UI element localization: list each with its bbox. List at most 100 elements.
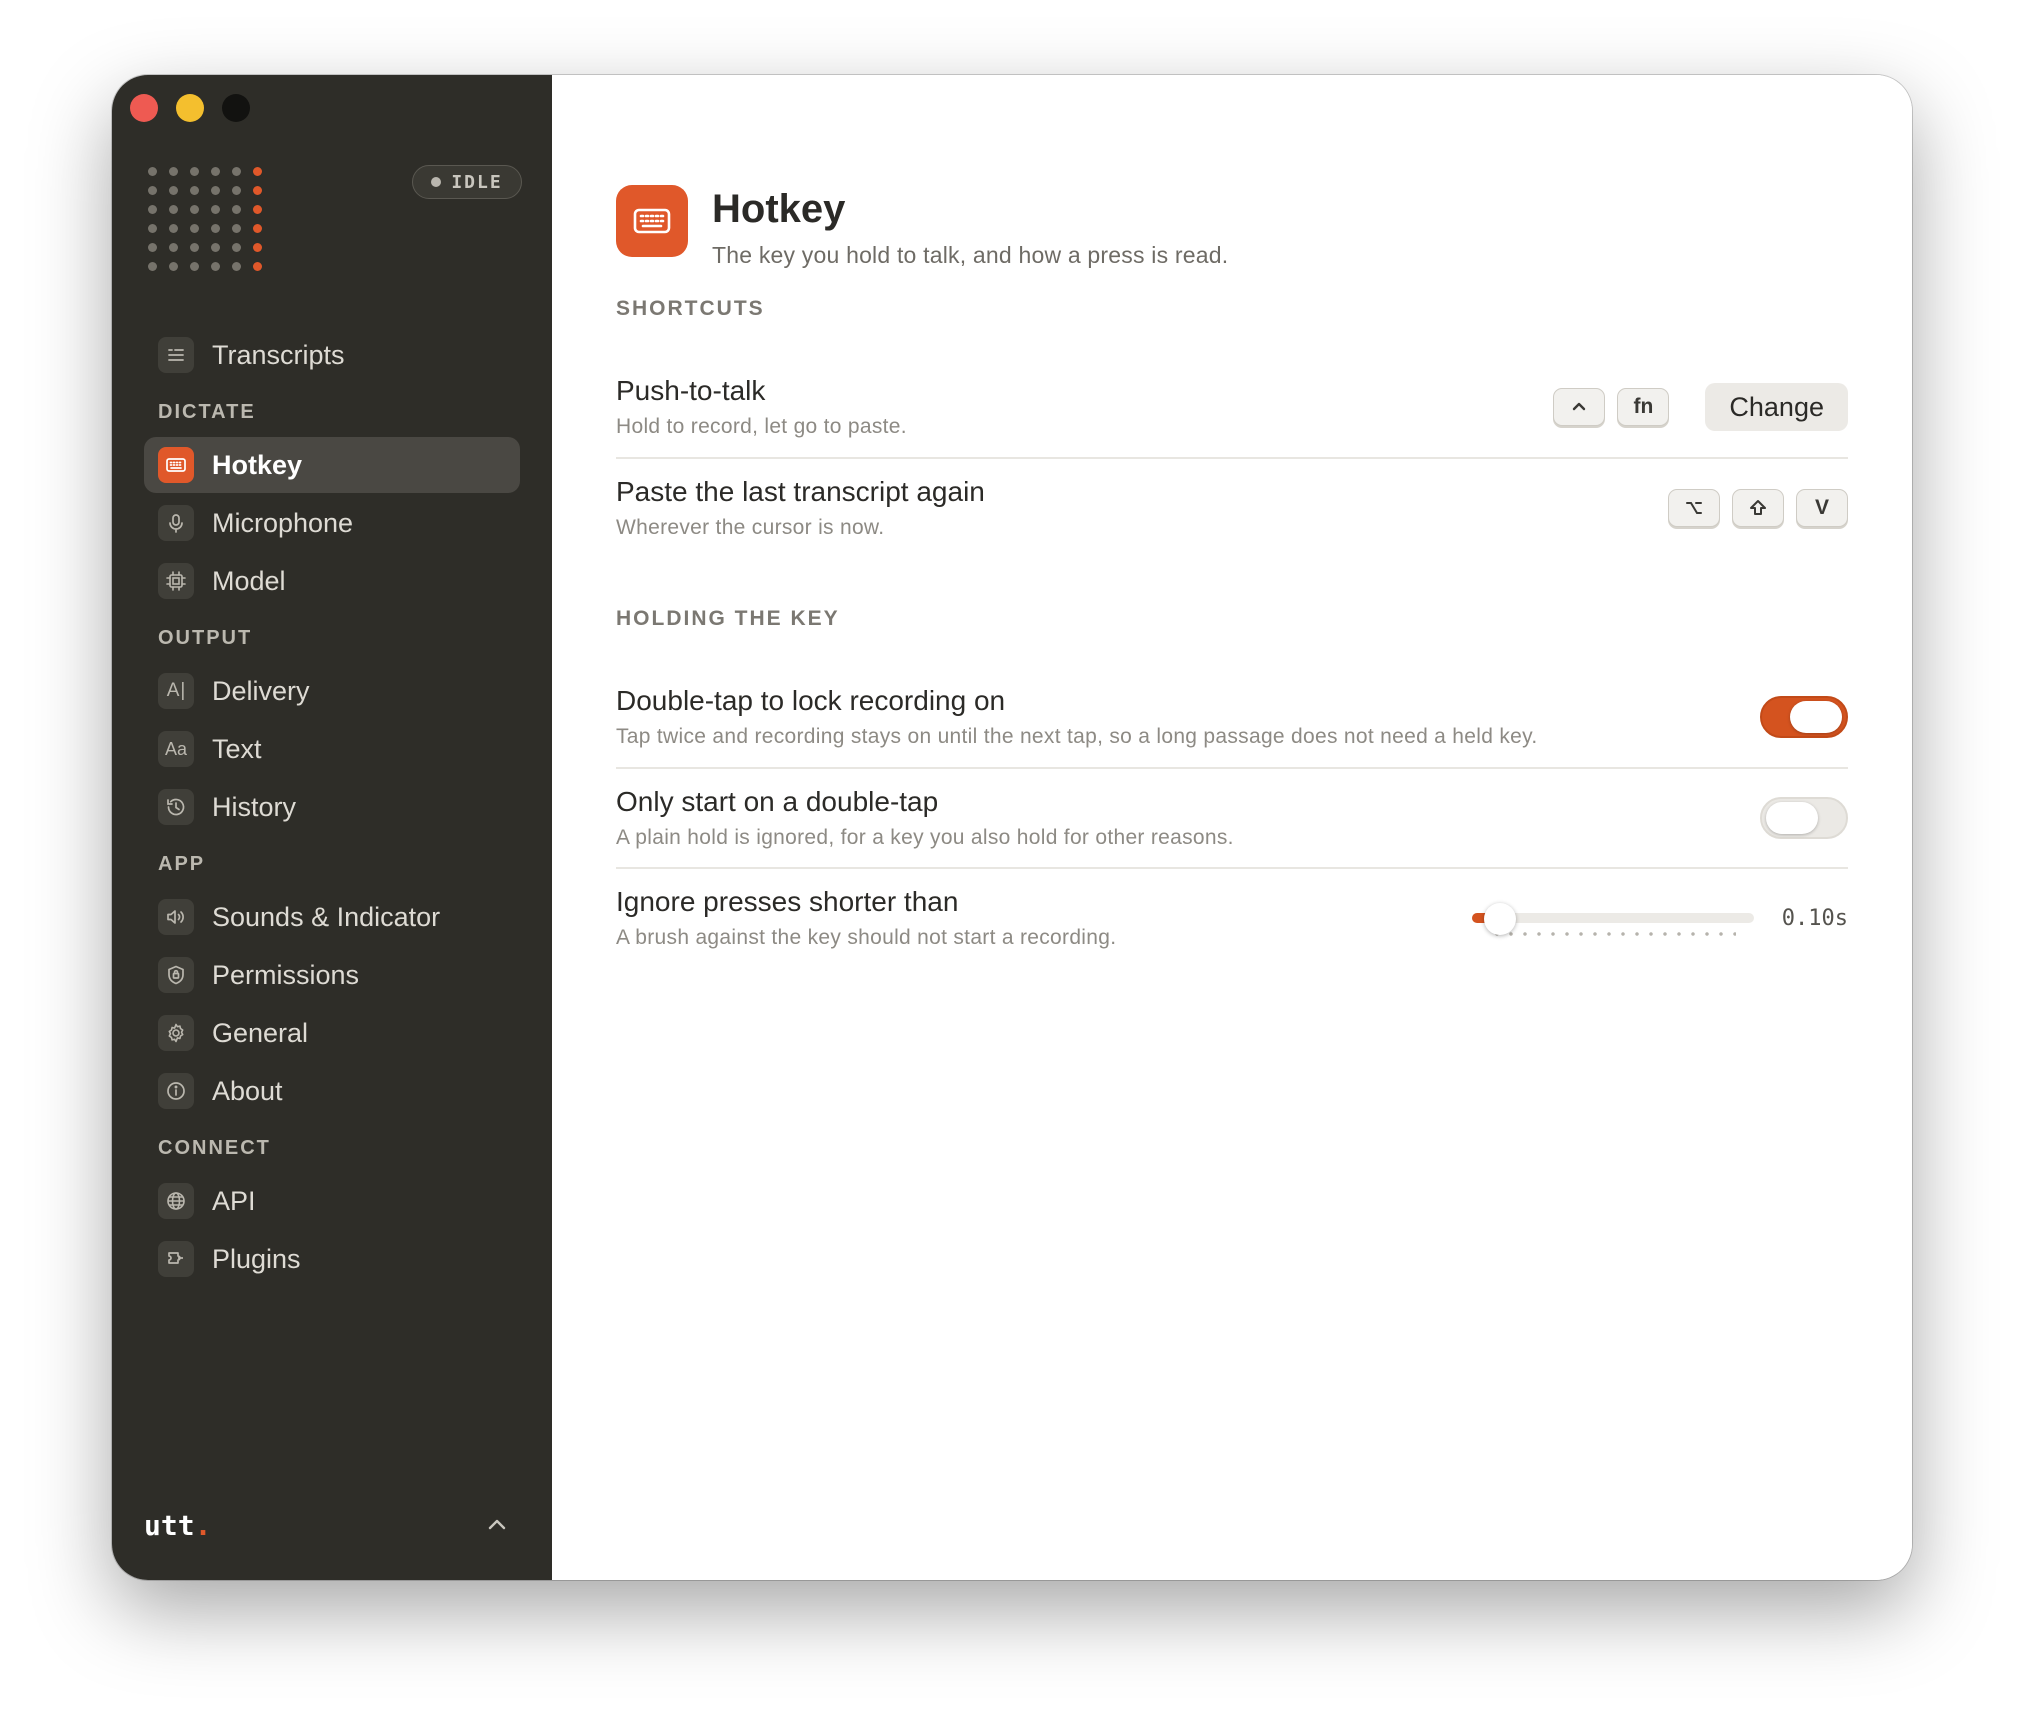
push-to-talk-row: Push-to-talk Hold to record, let go to p…	[616, 357, 1848, 457]
logo-dot	[232, 243, 241, 252]
logo-dot	[190, 186, 199, 195]
gear-icon	[158, 1015, 194, 1051]
zoom-window-button[interactable]	[222, 94, 250, 122]
min-press-slider-group: 0.10s	[1471, 898, 1848, 938]
status-dot-icon	[431, 177, 442, 187]
brand-dot: .	[194, 1509, 212, 1542]
change-hotkey-button[interactable]: Change	[1705, 383, 1848, 431]
logo-dot	[190, 167, 199, 176]
logo-dot	[148, 186, 157, 195]
page-header: Hotkey The key you hold to talk, and how…	[616, 185, 1228, 269]
transcripts-icon	[158, 337, 194, 373]
font-icon: Aa	[158, 731, 194, 767]
status-label: IDLE	[451, 171, 503, 193]
info-icon	[158, 1073, 194, 1109]
speaker-icon	[158, 899, 194, 935]
row-title: Paste the last transcript again	[616, 476, 985, 507]
sidebar-item-general[interactable]: General	[144, 1005, 520, 1061]
logo-dot	[148, 262, 157, 271]
sidebar-item-text[interactable]: Aa Text	[144, 721, 520, 777]
sidebar-item-label: Text	[212, 733, 262, 764]
sidebar-item-label: History	[212, 791, 297, 822]
sidebar-item-label: Hotkey	[212, 449, 303, 480]
logo-dot	[169, 262, 178, 271]
sidebar-item-history[interactable]: History	[144, 779, 520, 835]
slider-ticks	[1489, 932, 1736, 936]
key-shift	[1732, 489, 1784, 527]
brand-wordmark: utt.	[144, 1509, 211, 1542]
sidebar-item-label: Sounds & Indicator	[212, 901, 441, 932]
page-subtitle: The key you hold to talk, and how a pres…	[712, 242, 1229, 268]
shift-key-icon	[1750, 500, 1766, 515]
font-glyph: Aa	[164, 738, 188, 759]
logo-dot	[148, 205, 157, 214]
nav-section-connect: CONNECT	[158, 1136, 271, 1159]
logo-dot	[148, 224, 157, 233]
double-tap-lock-toggle[interactable]	[1760, 696, 1848, 738]
ignore-short-presses-row: Ignore presses shorter than A brush agai…	[616, 867, 1848, 967]
page-title: Hotkey	[712, 187, 846, 231]
logo-dot	[232, 205, 241, 214]
key-v: V	[1796, 489, 1848, 527]
sidebar-item-label: About	[212, 1075, 283, 1106]
double-tap-lock-row: Double-tap to lock recording on Tap twic…	[616, 667, 1848, 767]
sidebar-item-label: Delivery	[212, 675, 310, 706]
sidebar-item-api[interactable]: API	[144, 1173, 520, 1229]
sidebar-item-microphone[interactable]: Microphone	[144, 495, 520, 551]
logo-dot	[232, 224, 241, 233]
key-fn: fn	[1617, 388, 1670, 426]
only-double-tap-row: Only start on a double-tap A plain hold …	[616, 767, 1848, 867]
row-description: A plain hold is ignored, for a key you a…	[616, 826, 1234, 849]
logo-dot	[148, 243, 157, 252]
sidebar: IDLE Transcripts DICTATE Hotkey Micropho…	[112, 75, 552, 1580]
sidebar-item-permissions[interactable]: Permissions	[144, 947, 520, 1003]
sidebar-item-hotkey[interactable]: Hotkey	[144, 437, 520, 493]
sidebar-item-transcripts[interactable]: Transcripts	[144, 327, 520, 383]
sidebar-item-label: Microphone	[212, 507, 354, 538]
row-title: Push-to-talk	[616, 375, 766, 406]
paste-again-keys[interactable]: V	[1668, 489, 1848, 527]
logo-dot	[190, 205, 199, 214]
collapse-button[interactable]	[482, 1510, 512, 1540]
chevron-up-icon	[488, 1519, 506, 1530]
logo-dot	[253, 243, 262, 252]
logo-dot	[169, 205, 178, 214]
window-controls	[130, 94, 250, 122]
option-key-icon	[1686, 502, 1702, 514]
logo-dot	[232, 262, 241, 271]
text-cursor-icon: A |	[158, 673, 194, 709]
slider-thumb[interactable]	[1483, 903, 1516, 935]
close-window-button[interactable]	[130, 94, 158, 122]
row-description: Tap twice and recording stays on until t…	[616, 725, 1538, 748]
globe-icon	[158, 1183, 194, 1219]
only-double-tap-toggle[interactable]	[1760, 797, 1848, 839]
sidebar-item-delivery[interactable]: A | Delivery	[144, 663, 520, 719]
logo-dot	[211, 243, 220, 252]
logo-dot	[253, 262, 262, 271]
nav-section-output: OUTPUT	[158, 626, 253, 649]
key-option	[1668, 489, 1720, 527]
logo-dot	[211, 262, 220, 271]
keyboard-icon	[616, 185, 688, 257]
status-badge: IDLE	[412, 165, 522, 199]
sidebar-item-plugins[interactable]: Plugins	[144, 1231, 520, 1287]
toggle-knob	[1790, 701, 1842, 733]
logo-dot	[211, 186, 220, 195]
logo-dot	[169, 186, 178, 195]
slider-value: 0.10s	[1781, 905, 1848, 931]
row-description: Hold to record, let go to paste.	[616, 415, 907, 438]
logo-dot	[190, 243, 199, 252]
logo-dot	[253, 205, 262, 214]
row-description: A brush against the key should not start…	[616, 926, 1117, 949]
row-title: Double-tap to lock recording on	[616, 685, 1006, 716]
minimize-window-button[interactable]	[176, 94, 204, 122]
history-icon	[158, 789, 194, 825]
sidebar-item-about[interactable]: About	[144, 1063, 520, 1119]
sidebar-item-sounds-indicator[interactable]: Sounds & Indicator	[144, 889, 520, 945]
sidebar-item-model[interactable]: Model	[144, 553, 520, 609]
min-press-slider[interactable]	[1471, 898, 1754, 938]
logo-dot	[211, 167, 220, 176]
logo-dot	[232, 186, 241, 195]
key-control	[1553, 388, 1606, 426]
app-window: IDLE Transcripts DICTATE Hotkey Micropho…	[112, 75, 1912, 1580]
